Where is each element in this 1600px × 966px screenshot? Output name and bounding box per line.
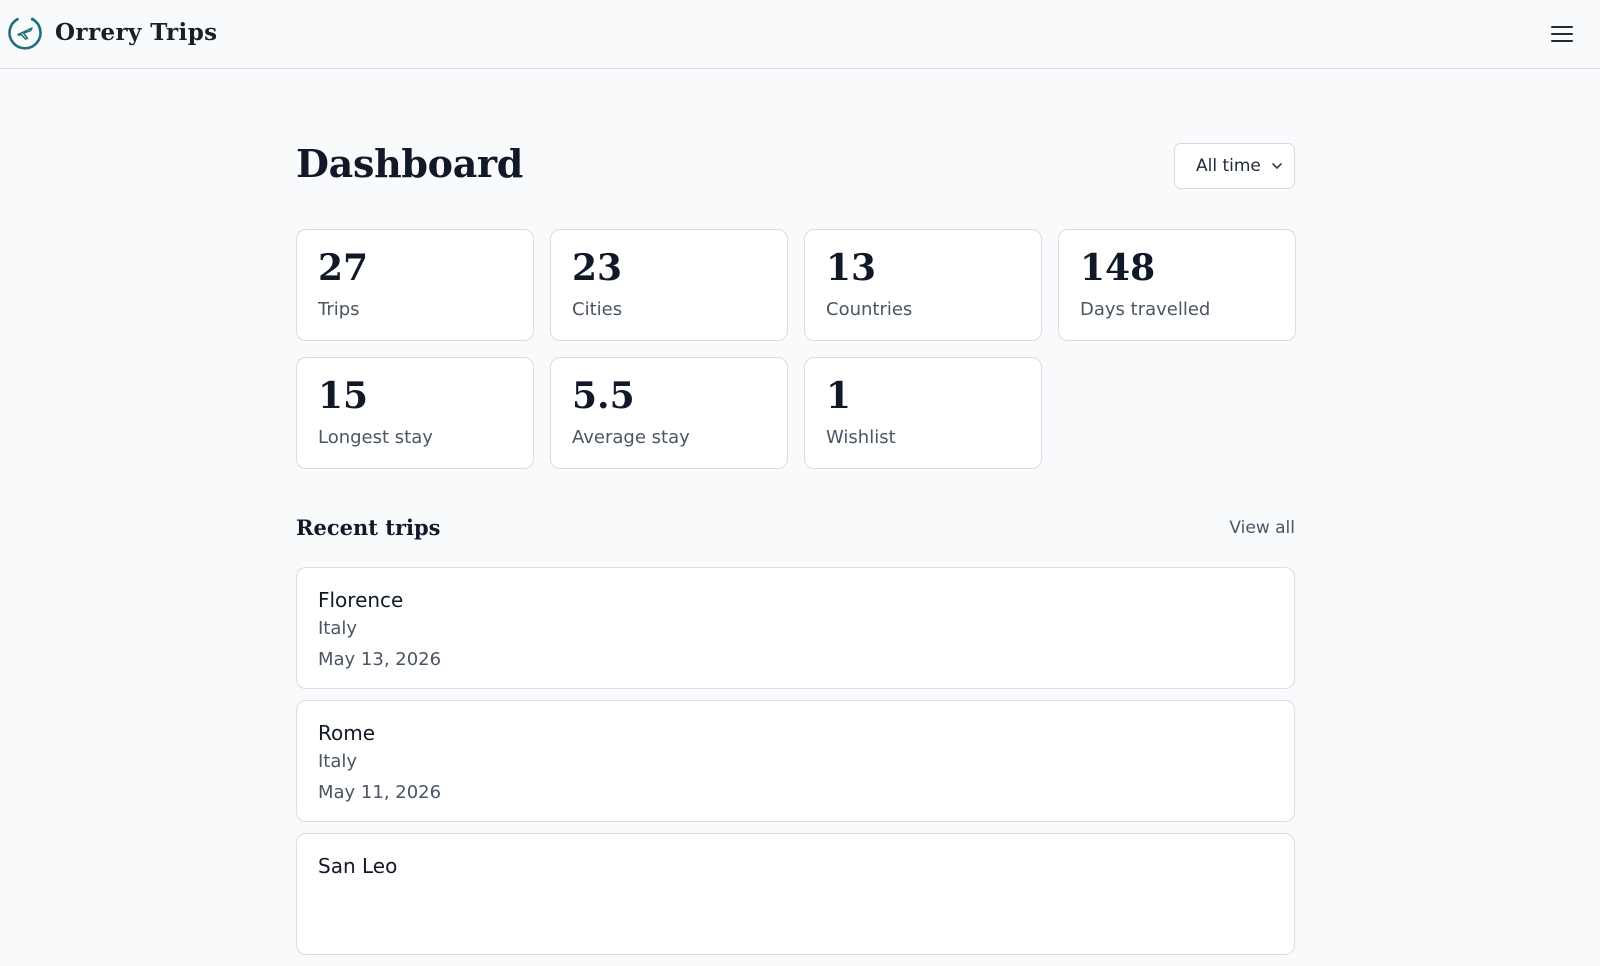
stat-card-countries: 13 Countries [804, 229, 1042, 341]
recent-trips-title: Recent trips [296, 515, 441, 540]
stat-value: 148 [1080, 247, 1156, 289]
stat-label: Longest stay [318, 427, 433, 448]
recent-trips-header: Recent trips View all [296, 515, 1295, 547]
stats-grid: 27 Trips 23 Cities 13 Countries 148 Days… [296, 229, 1296, 469]
dashboard-main: Dashboard All time 27 Trips 23 Cities 13… [296, 69, 1296, 966]
trip-city: Florence [318, 588, 404, 612]
page-header: Dashboard All time [296, 69, 1295, 229]
stat-label: Days travelled [1080, 299, 1211, 320]
time-range-select[interactable]: All time [1174, 143, 1295, 189]
trip-city: San Leo [318, 854, 398, 878]
stat-value: 15 [318, 375, 369, 417]
stat-value: 13 [826, 247, 877, 289]
stat-label: Countries [826, 299, 913, 320]
stat-card-longest-stay: 15 Longest stay [296, 357, 534, 469]
stat-card-trips: 27 Trips [296, 229, 534, 341]
time-range-selected-value: All time [1196, 156, 1261, 176]
trip-card[interactable]: Rome Italy May 11, 2026 [296, 700, 1295, 822]
recent-trips-list: Florence Italy May 13, 2026 Rome Italy M… [296, 567, 1295, 955]
stat-label: Trips [318, 299, 360, 320]
trip-city: Rome [318, 721, 376, 745]
stat-label: Average stay [572, 427, 690, 448]
top-bar: Orrery Trips [0, 0, 1600, 69]
stat-label: Wishlist [826, 427, 896, 448]
stat-card-average-stay: 5.5 Average stay [550, 357, 788, 469]
stat-card-cities: 23 Cities [550, 229, 788, 341]
brand-home-link[interactable]: Orrery Trips [7, 14, 218, 50]
stat-value: 5.5 [572, 375, 635, 417]
stat-card-wishlist: 1 Wishlist [804, 357, 1042, 469]
orbit-plane-icon [8, 17, 42, 50]
trip-country: Italy [318, 751, 358, 772]
stat-label: Cities [572, 299, 623, 320]
view-all-trips-link[interactable]: View all [1229, 518, 1295, 538]
page-title: Dashboard [296, 141, 524, 186]
main-menu-button[interactable] [1546, 18, 1578, 50]
trip-date: May 13, 2026 [318, 649, 442, 670]
stat-value: 1 [826, 375, 852, 417]
trip-card[interactable]: San Leo [296, 833, 1295, 955]
trip-card[interactable]: Florence Italy May 13, 2026 [296, 567, 1295, 689]
stat-value: 23 [572, 247, 623, 289]
stat-value: 27 [318, 247, 369, 289]
trip-country: Italy [318, 618, 358, 639]
hamburger-menu-icon [1551, 26, 1573, 42]
trip-date: May 11, 2026 [318, 782, 442, 803]
brand-name: Orrery Trips [55, 18, 218, 46]
stat-card-days-travelled: 148 Days travelled [1058, 229, 1296, 341]
chevron-down-icon [1272, 163, 1282, 169]
